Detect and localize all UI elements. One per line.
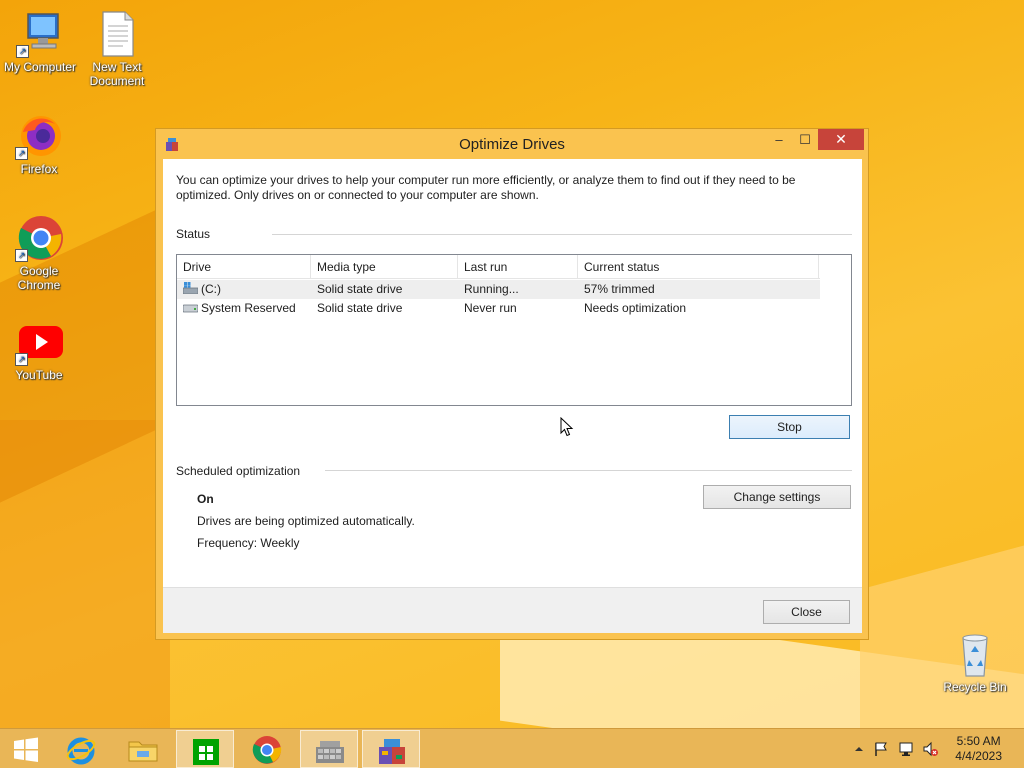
taskbar-defrag[interactable]	[300, 730, 358, 768]
optimize-drives-window: Optimize Drives ‒ ☐ ✕ You can optimize y…	[155, 128, 869, 640]
shortcut-arrow-icon: ↗	[16, 45, 29, 58]
column-header-last-run[interactable]: Last run	[458, 255, 578, 279]
desktop-icon-new-text-document[interactable]: New Text Document	[77, 10, 157, 88]
computer-icon: ↗	[16, 10, 64, 58]
desktop-icon-label: Document	[89, 74, 145, 88]
status-section-label: Status	[176, 227, 211, 241]
action-center-icon[interactable]	[873, 741, 889, 757]
chrome-icon	[252, 736, 282, 764]
schedule-state: On	[197, 492, 214, 506]
taskbar-internet-explorer[interactable]	[52, 730, 110, 768]
drive-name: (C:)	[201, 282, 221, 296]
column-header-media-type[interactable]: Media type	[311, 255, 458, 279]
network-icon[interactable]	[898, 741, 914, 757]
column-header-drive[interactable]: Drive	[177, 255, 311, 279]
shortcut-arrow-icon: ↗	[15, 249, 28, 262]
last-run-cell: Running...	[464, 282, 519, 296]
volume-muted-icon[interactable]	[922, 741, 938, 757]
media-type-cell: Solid state drive	[317, 282, 403, 296]
desktop-icon-label: YouTube	[15, 368, 63, 382]
desktop-icon-label: Chrome	[17, 278, 61, 292]
store-icon	[193, 739, 219, 765]
drive-row[interactable]: (C:) Solid state drive Running... 57% tr…	[177, 280, 820, 299]
taskbar: 5:50 AM 4/4/2023	[0, 728, 1024, 768]
drive-icon	[182, 300, 199, 313]
shortcut-arrow-icon: ↗	[15, 353, 28, 366]
start-icon	[14, 737, 38, 762]
drive-list[interactable]: Drive Media type Last run Current status	[176, 254, 852, 406]
close-button[interactable]: Close	[763, 600, 850, 624]
taskbar-chrome[interactable]	[238, 730, 296, 768]
windows-drive-icon	[182, 281, 199, 295]
clock[interactable]: 5:50 AM 4/4/2023	[955, 734, 1002, 764]
drive-list-header: Drive Media type Last run Current status	[177, 255, 820, 279]
schedule-frequency: Frequency: Weekly	[197, 536, 300, 550]
media-type-cell: Solid state drive	[317, 301, 403, 315]
drive-row[interactable]: System Reserved Solid state drive Never …	[177, 299, 820, 318]
window-content: You can optimize your drives to help you…	[163, 159, 862, 633]
section-divider	[325, 470, 852, 471]
window-title: Optimize Drives	[459, 136, 565, 153]
show-hidden-icons-button[interactable]	[851, 741, 867, 757]
scheduled-optimization-label: Scheduled optimization	[176, 464, 301, 478]
maximize-button[interactable]: ☐	[792, 129, 818, 150]
taskbar-file-explorer[interactable]	[114, 730, 172, 768]
section-divider	[272, 234, 852, 235]
close-window-button[interactable]: ✕	[818, 129, 864, 150]
desktop-icon-label: Recycle Bin	[943, 680, 1007, 694]
start-button[interactable]	[0, 730, 58, 768]
chrome-icon: ↗	[15, 214, 63, 262]
shortcut-arrow-icon: ↗	[15, 147, 28, 160]
description-text: You can optimize your drives to help you…	[176, 173, 796, 202]
desktop-icon-google-chrome[interactable]: ↗ Google Chrome	[0, 214, 79, 292]
defrag-icon	[316, 741, 344, 763]
desktop-icon-label: Firefox	[20, 162, 58, 176]
taskbar-optimize-drives[interactable]	[362, 730, 420, 768]
drive-cell: (C:)	[177, 280, 221, 299]
desktop-icon-my-computer[interactable]: ↗ My Computer	[0, 10, 80, 74]
minimize-button[interactable]: ‒	[766, 129, 792, 150]
system-tray: 5:50 AM 4/4/2023	[848, 729, 1024, 768]
taskbar-store[interactable]	[176, 730, 234, 768]
desktop-icon-recycle-bin[interactable]: Recycle Bin	[935, 630, 1015, 694]
current-status-cell: 57% trimmed	[584, 282, 655, 296]
current-status-cell: Needs optimization	[584, 301, 687, 315]
youtube-icon: ↗	[15, 318, 63, 366]
column-header-current-status[interactable]: Current status	[578, 255, 819, 279]
mouse-cursor	[560, 416, 574, 437]
drive-name: System Reserved	[201, 301, 296, 315]
change-settings-button[interactable]: Change settings	[703, 485, 851, 509]
stop-button[interactable]: Stop	[729, 415, 850, 439]
recycle-bin-icon	[951, 630, 999, 678]
last-run-cell: Never run	[464, 301, 517, 315]
schedule-description: Drives are being optimized automatically…	[197, 514, 415, 528]
chevron-up-icon	[855, 747, 863, 751]
file-explorer-icon	[128, 741, 158, 762]
desktop-icon-label: Google	[19, 264, 59, 278]
optimize-drives-icon	[379, 739, 405, 764]
internet-explorer-icon	[66, 737, 96, 765]
desktop-icon-firefox[interactable]: ↗ Firefox	[0, 112, 79, 176]
text-document-icon	[93, 10, 141, 58]
title-bar[interactable]: Optimize Drives ‒ ☐ ✕	[156, 129, 868, 159]
desktop-icon-label: New Text	[92, 60, 142, 74]
desktop-icon-label: My Computer	[3, 60, 77, 74]
drive-cell: System Reserved	[177, 299, 296, 318]
clock-time: 5:50 AM	[956, 734, 1001, 748]
dialog-footer: Close	[163, 587, 862, 633]
clock-date: 4/4/2023	[955, 749, 1002, 763]
firefox-icon: ↗	[15, 112, 63, 160]
desktop-icon-youtube[interactable]: ↗ YouTube	[0, 318, 79, 382]
